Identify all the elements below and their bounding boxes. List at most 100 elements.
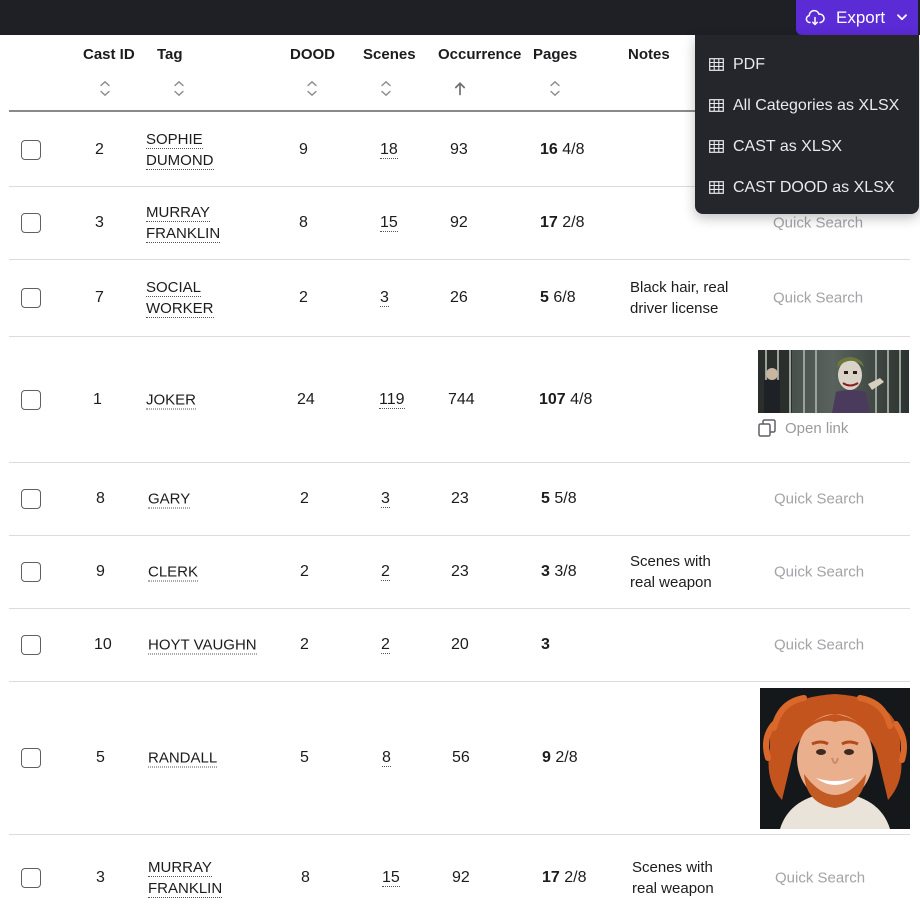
dood-cell: 2 — [299, 289, 308, 306]
row-checkbox[interactable] — [21, 139, 41, 160]
scenes-cell[interactable]: 3 — [381, 490, 390, 508]
table-row: 1 JOKER 24 119 744 107 4/8 Open link — [9, 337, 910, 463]
scenes-link[interactable]: 3 — [381, 490, 390, 508]
row-checkbox[interactable] — [21, 213, 41, 233]
tag-cell[interactable]: SOPHIE DUMOND — [146, 129, 214, 171]
occurrence-cell: 93 — [450, 140, 468, 158]
menu-item-cast-xlsx[interactable]: CAST as XLSX — [695, 126, 919, 167]
tag-cell[interactable]: MURRAY FRANKLIN — [148, 857, 223, 899]
row-checkbox[interactable] — [21, 748, 41, 768]
notes-text: Scenes with — [630, 553, 711, 570]
column-header-occurrence[interactable]: Occurrence — [438, 46, 521, 63]
column-header-scenes[interactable]: Scenes — [363, 46, 416, 63]
row-checkbox[interactable] — [21, 868, 41, 888]
column-header-dood[interactable]: DOOD — [290, 46, 335, 63]
character-photo-thumbnail[interactable] — [760, 688, 910, 829]
table-icon — [709, 139, 725, 154]
row-checkbox[interactable] — [21, 489, 41, 509]
scenes-link[interactable]: 15 — [380, 214, 398, 232]
occurrence-cell: 26 — [450, 289, 468, 306]
scenes-cell[interactable]: 18 — [380, 140, 398, 159]
scenes-cell[interactable]: 119 — [379, 390, 405, 409]
tag-cell[interactable]: SOCIAL WORKER — [146, 277, 214, 319]
pages-fraction: 4/8 — [562, 140, 585, 158]
sort-icon[interactable] — [379, 79, 393, 97]
notes-text: driver license — [630, 300, 719, 317]
quick-search-link[interactable]: Quick Search — [774, 564, 864, 581]
pages-cell: 107 4/8 — [539, 391, 592, 409]
dood-cell: 5 — [300, 749, 309, 766]
tag-cell[interactable]: GARY — [148, 489, 191, 510]
scenes-link[interactable]: 3 — [380, 289, 389, 307]
copy-link-icon — [758, 419, 776, 437]
scenes-link[interactable]: 8 — [382, 749, 391, 767]
cast-id-cell: 2 — [95, 140, 104, 158]
scenes-link[interactable]: 119 — [379, 390, 405, 409]
pages-cell: 16 4/8 — [540, 141, 585, 159]
tag-cell[interactable]: CLERK — [148, 562, 199, 583]
table-row: 9 CLERK 2 2 23 3 3/8 Scenes with real wea… — [9, 536, 910, 609]
scenes-cell[interactable]: 15 — [382, 869, 400, 887]
pages-cell: 3 — [541, 636, 550, 654]
menu-item-cast-dood-xlsx[interactable]: CAST DOOD as XLSX — [695, 167, 919, 208]
column-header-pages[interactable]: Pages — [533, 46, 577, 63]
tag-cell[interactable]: MURRAY FRANKLIN — [146, 202, 221, 244]
column-header-cast-id[interactable]: Cast ID — [83, 46, 135, 63]
sort-icon[interactable] — [548, 79, 562, 97]
tag-text: SOPHIE — [146, 130, 203, 149]
menu-item-pdf[interactable]: PDF — [695, 44, 919, 85]
table-row: 8 GARY 2 3 23 5 5/8 Quick Search — [9, 463, 910, 536]
quick-search-link[interactable]: Quick Search — [773, 215, 863, 232]
notes-text: real weapon — [632, 880, 714, 897]
row-checkbox[interactable] — [21, 288, 41, 308]
pages-fraction: 2/8 — [555, 749, 578, 766]
tag-text: DUMOND — [146, 151, 214, 170]
sort-icon[interactable] — [98, 79, 112, 97]
scenes-cell[interactable]: 2 — [381, 563, 390, 581]
pages-whole: 9 — [542, 749, 551, 766]
quick-search-link[interactable]: Quick Search — [775, 870, 865, 887]
pages-fraction: 3/8 — [554, 563, 577, 580]
sort-ascending-icon[interactable] — [453, 79, 467, 97]
pages-cell: 5 5/8 — [541, 490, 577, 508]
scenes-link[interactable]: 2 — [381, 563, 390, 581]
menu-item-all-categories-xlsx[interactable]: All Categories as XLSX — [695, 85, 919, 126]
tag-cell[interactable]: HOYT VAUGHN — [148, 635, 257, 656]
row-checkbox[interactable] — [21, 635, 41, 655]
dood-cell: 9 — [299, 140, 308, 158]
scenes-link[interactable]: 2 — [381, 636, 390, 654]
column-header-tag[interactable]: Tag — [157, 46, 183, 63]
scenes-cell[interactable]: 15 — [380, 214, 398, 232]
scenes-cell[interactable]: 8 — [382, 749, 391, 767]
pages-fraction: 5/8 — [554, 490, 577, 507]
quick-search-link[interactable]: Quick Search — [774, 637, 864, 654]
occurrence-cell: 23 — [451, 490, 469, 507]
tag-cell[interactable]: RANDALL — [148, 748, 218, 769]
pages-whole: 107 — [539, 390, 566, 408]
scenes-cell[interactable]: 2 — [381, 636, 390, 654]
row-checkbox[interactable] — [21, 562, 41, 582]
tag-text: HOYT VAUGHN — [148, 636, 257, 655]
export-button[interactable]: Export — [796, 0, 918, 35]
scenes-cell[interactable]: 3 — [380, 289, 389, 307]
tag-cell[interactable]: JOKER — [146, 389, 197, 410]
quick-search-link[interactable]: Quick Search — [773, 290, 863, 307]
dood-cell: 2 — [300, 636, 309, 653]
pages-whole: 17 — [542, 869, 560, 886]
cast-id-cell: 1 — [93, 390, 102, 408]
tag-text: JOKER — [146, 391, 197, 409]
row-checkbox[interactable] — [21, 389, 41, 410]
open-link[interactable]: Open link — [758, 419, 848, 437]
quick-search-link[interactable]: Quick Search — [774, 491, 864, 508]
occurrence-cell: 744 — [448, 390, 475, 408]
occurrence-cell: 20 — [451, 636, 469, 653]
pages-fraction: 2/8 — [564, 869, 587, 886]
scenes-link[interactable]: 18 — [380, 140, 398, 159]
scenes-link[interactable]: 15 — [382, 869, 400, 887]
open-link-label: Open link — [785, 419, 849, 437]
sort-icon[interactable] — [172, 79, 186, 97]
tag-text: FRANKLIN — [146, 225, 221, 243]
table-row: 7 SOCIAL WORKER 2 3 26 5 6/8 Black hair, … — [9, 260, 910, 337]
character-photo-thumbnail[interactable] — [758, 350, 909, 413]
sort-icon[interactable] — [305, 79, 319, 97]
